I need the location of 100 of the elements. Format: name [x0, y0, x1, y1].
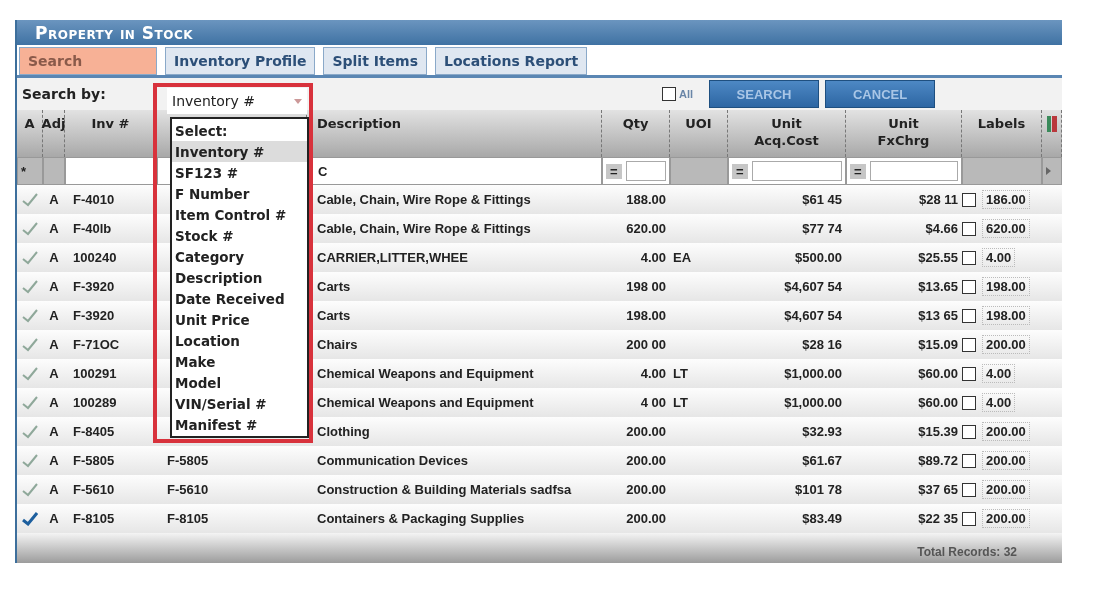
table-cell: 4.00 — [640, 250, 666, 265]
label-checkbox[interactable] — [962, 395, 976, 410]
table-cell: $77 74 — [802, 221, 842, 236]
label-checkbox[interactable] — [962, 453, 976, 468]
table-cell: $60.00 — [918, 395, 958, 410]
table-cell: Carts — [317, 308, 351, 323]
table-cell: Construction & Building Materials sadfsa — [317, 482, 572, 497]
table-row[interactable]: A F-8105 F-8105 Containers & Packaging Supplies 200.00 $83.49 $22 35 200.00 — [17, 504, 1062, 533]
table-cell: 198.00 — [626, 308, 666, 323]
table-cell: A — [49, 192, 59, 207]
tab[interactable]: Inventory Profile — [165, 47, 316, 75]
label-count-field[interactable]: 4.00 — [982, 364, 1016, 383]
label-count-field[interactable]: 4.00 — [982, 248, 1016, 267]
filter-field[interactable] — [869, 161, 958, 181]
dropdown-option[interactable]: Manifest # — [172, 414, 307, 435]
filter-operator[interactable]: = — [606, 163, 622, 179]
column-settings-icon[interactable] — [1046, 116, 1057, 132]
table-cell: Cable, Chain, Wire Rope & Fittings — [317, 221, 531, 236]
column-header: Unit Acq.Cost — [728, 110, 846, 157]
search-by-select[interactable]: Inventory # — [167, 88, 307, 114]
column-header: Unit FxChrg — [846, 110, 962, 157]
table-cell: $15.09 — [918, 337, 958, 352]
table-cell: F-40lb — [73, 221, 112, 236]
table-cell: A — [49, 424, 59, 439]
column-header: Description — [307, 110, 602, 157]
table-cell: F-5610 — [73, 482, 115, 497]
label-checkbox[interactable] — [962, 424, 976, 439]
dropdown-option[interactable]: VIN/Serial # — [172, 393, 307, 414]
table-cell: $13 65 — [918, 308, 958, 323]
label-count-field[interactable]: 4.00 — [982, 393, 1016, 412]
table-cell: A — [49, 221, 59, 236]
table-cell: A — [49, 395, 59, 410]
table-cell: Chairs — [317, 337, 358, 352]
table-row[interactable]: A F-5610 F-5610 Construction & Building Materials sadfsa 200.00 $101 78 $37 65 200.00 — [17, 475, 1062, 504]
label-checkbox[interactable] — [962, 308, 976, 323]
table-row[interactable]: A F-5805 F-5805 Communication Devices 200.00 $61.67 $89.72 200.00 — [17, 446, 1062, 475]
label-count-field[interactable]: 198.00 — [982, 277, 1030, 296]
table-cell: A — [49, 337, 59, 352]
dropdown-option[interactable]: Location — [172, 330, 307, 351]
table-cell: F-8105 — [73, 511, 115, 526]
table-cell: F-8405 — [73, 424, 115, 439]
filter-field[interactable] — [751, 161, 842, 181]
label-checkbox[interactable] — [962, 192, 976, 207]
dropdown-option[interactable]: Stock # — [172, 225, 307, 246]
arrow-right-icon[interactable] — [1046, 167, 1051, 175]
label-count-field[interactable]: 200.00 — [982, 335, 1030, 354]
table-cell: A — [49, 511, 59, 526]
label-count-field[interactable]: 200.00 — [982, 480, 1030, 499]
filter-field[interactable] — [625, 161, 666, 181]
table-cell: $1,000.00 — [784, 395, 842, 410]
table-cell: 4 00 — [640, 395, 666, 410]
label-checkbox[interactable] — [962, 366, 976, 381]
dropdown-arrow-icon — [294, 98, 302, 104]
table-cell: $22 35 — [918, 511, 958, 526]
table-cell: EA — [673, 250, 692, 265]
table-cell: 200.00 — [626, 424, 666, 439]
dropdown-option[interactable]: Select: — [172, 120, 307, 141]
table-cell: Clothing — [317, 424, 370, 439]
table-cell: $28 11 — [918, 192, 958, 207]
filter-operator[interactable]: = — [850, 163, 866, 179]
label-count-field[interactable]: 200.00 — [982, 451, 1030, 470]
table-cell: 198 00 — [626, 279, 666, 294]
label-checkbox[interactable] — [962, 221, 976, 236]
table-cell: 4.00 — [640, 366, 666, 381]
dropdown-option[interactable]: F Number — [172, 183, 307, 204]
label-checkbox[interactable] — [962, 511, 976, 526]
dropdown-option[interactable]: SF123 # — [172, 162, 307, 183]
label-checkbox[interactable] — [962, 279, 976, 294]
filter-operator[interactable]: = — [732, 163, 748, 179]
label-count-field[interactable]: 620.00 — [982, 219, 1030, 238]
filter-cell: * — [17, 157, 43, 185]
filter-cell — [43, 157, 65, 185]
table-cell: $28 16 — [802, 337, 842, 352]
tab[interactable]: Locations Report — [435, 47, 588, 75]
column-header: Adj — [43, 110, 65, 157]
table-cell: A — [49, 366, 59, 381]
dropdown-option[interactable]: Inventory # — [172, 141, 307, 162]
label-checkbox[interactable] — [962, 337, 976, 352]
all-checkbox[interactable] — [662, 87, 676, 101]
label-count-field[interactable]: 200.00 — [982, 509, 1030, 528]
label-checkbox[interactable] — [962, 250, 976, 265]
label-count-field[interactable]: 200.00 — [982, 422, 1030, 441]
table-cell: F-4010 — [73, 192, 115, 207]
table-cell: F-71OC — [73, 337, 120, 352]
table-cell: $4,607 54 — [784, 279, 842, 294]
table-cell: Carts — [317, 279, 351, 294]
table-cell: 200.00 — [626, 511, 666, 526]
table-cell: F-5805 — [167, 453, 209, 468]
search-by-label: Search by: — [22, 86, 107, 102]
tab[interactable]: Split Items — [323, 47, 428, 75]
all-label: All — [679, 88, 694, 100]
table-cell: Containers & Packaging Supplies — [317, 511, 525, 526]
label-checkbox[interactable] — [962, 482, 976, 497]
table-cell: Chemical Weapons and Equipment — [317, 366, 534, 381]
dropdown-option[interactable]: Category — [172, 246, 307, 267]
table-cell: $61 45 — [802, 192, 842, 207]
dropdown-option[interactable]: Unit Price — [172, 309, 307, 330]
label-count-field[interactable]: 198.00 — [982, 306, 1030, 325]
table-cell: 200.00 — [626, 453, 666, 468]
label-count-field[interactable]: 186.00 — [982, 190, 1030, 209]
